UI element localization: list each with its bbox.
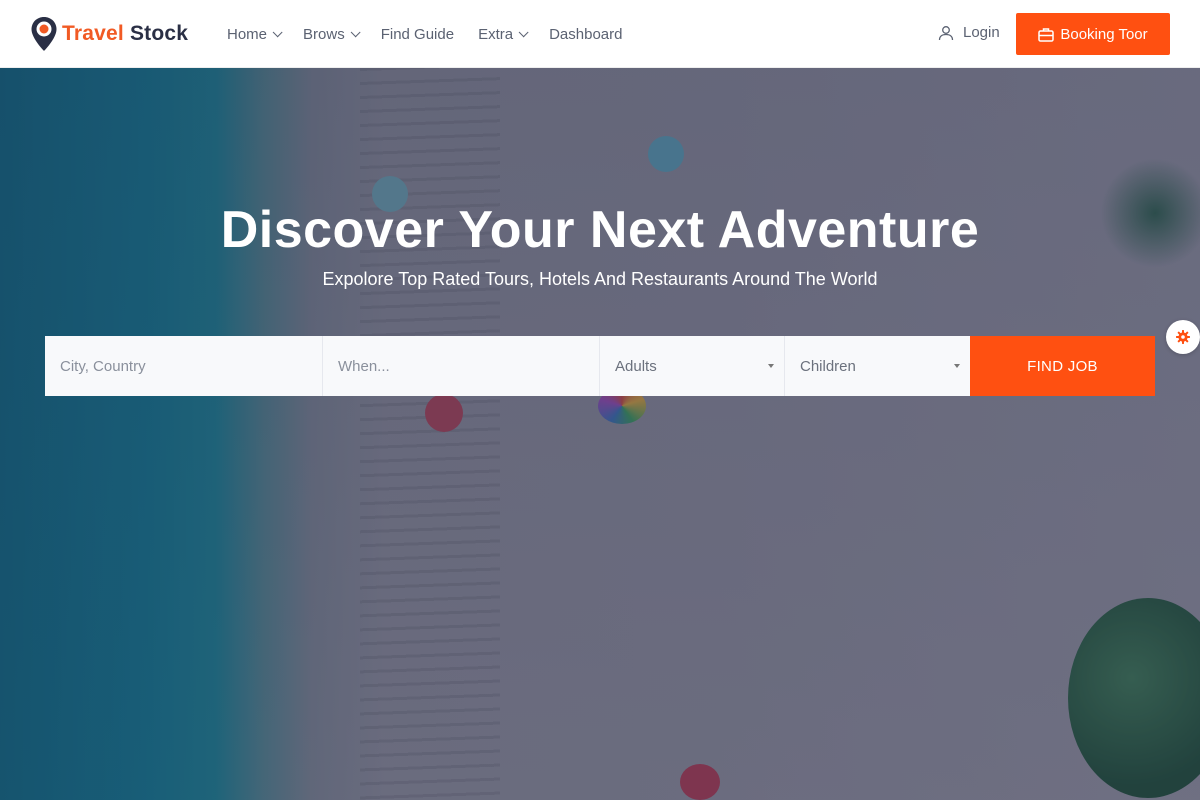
nav-item-find-guide[interactable]: Find Guide — [381, 26, 454, 43]
city-field[interactable] — [45, 336, 323, 396]
hero-subtitle: Expolore Top Rated Tours, Hotels And Res… — [322, 269, 878, 289]
city-input[interactable] — [60, 357, 322, 375]
caret-down-icon — [954, 364, 960, 368]
when-input[interactable] — [338, 357, 599, 375]
hero-overlay — [0, 68, 1200, 800]
login-link[interactable]: Login — [938, 24, 1000, 41]
nav-item-dashboard[interactable]: Dashboard — [549, 26, 622, 43]
booking-button[interactable]: Booking Toor — [1016, 13, 1170, 55]
children-select[interactable]: Children — [785, 336, 970, 396]
find-job-label: FIND JOB — [1027, 357, 1098, 375]
hero-title: Discover Your Next Adventure — [220, 201, 980, 259]
nav-item-extra[interactable]: Extra — [478, 25, 529, 43]
site-header: Travel Stock Home Brows Find Guide Extra… — [0, 0, 1200, 68]
search-bar: Adults Children FIND JOB — [45, 336, 1155, 396]
brand-name-part1: Travel — [62, 22, 124, 45]
user-icon — [938, 25, 954, 40]
chevron-down-icon — [272, 26, 283, 37]
children-select-value: Children — [800, 357, 856, 375]
caret-down-icon — [768, 364, 774, 368]
main-nav: Home Brows Find Guide Extra Dashboard — [227, 0, 646, 68]
map-pin-icon — [31, 17, 57, 51]
hero-section: Discover Your Next Adventure Expolore To… — [0, 68, 1200, 800]
nav-item-label: Home — [227, 25, 268, 43]
nav-item-label: Dashboard — [549, 25, 623, 43]
brand-name-part2: Stock — [129, 22, 189, 45]
nav-item-home[interactable]: Home — [227, 25, 283, 43]
nav-item-brows[interactable]: Brows — [303, 25, 361, 43]
nav-item-label: Brows — [303, 25, 345, 43]
adults-select[interactable]: Adults — [600, 336, 785, 396]
logo[interactable]: Travel Stock — [30, 16, 188, 52]
bag-icon — [1038, 27, 1055, 42]
find-job-button[interactable]: FIND JOB — [970, 336, 1155, 396]
nav-item-label: Find Guide — [380, 25, 455, 43]
nav-item-label: Extra — [478, 25, 514, 43]
brand-name: Travel Stock — [62, 22, 188, 46]
when-field[interactable] — [323, 336, 600, 396]
adults-select-value: Adults — [615, 357, 657, 375]
settings-button[interactable] — [1166, 320, 1200, 354]
login-label: Login — [963, 24, 1000, 41]
chevron-down-icon — [350, 26, 361, 37]
gear-icon — [1176, 330, 1190, 344]
booking-label: Booking Toor — [1060, 25, 1148, 43]
chevron-down-icon — [518, 26, 529, 37]
